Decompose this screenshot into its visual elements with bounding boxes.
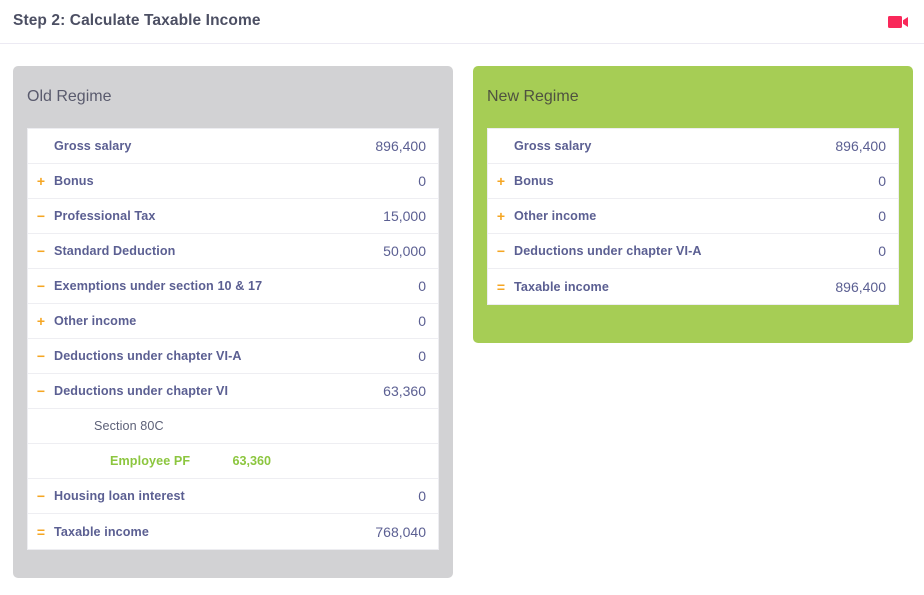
table-row: − Exemptions under section 10 & 17 0 xyxy=(28,269,438,304)
table-row: − Housing loan interest 0 xyxy=(28,479,438,514)
row-label: Deductions under chapter VI-A xyxy=(514,244,702,258)
table-row: Gross salary 896,400 xyxy=(28,129,438,164)
row-value: 0 xyxy=(418,173,426,189)
row-sign-icon: − xyxy=(36,348,46,364)
row-sign-icon: = xyxy=(496,278,506,295)
row-label: Gross salary xyxy=(514,139,592,153)
new-regime-title: New Regime xyxy=(487,88,579,105)
old-regime-title: Old Regime xyxy=(27,88,112,105)
table-row: Section 80C xyxy=(28,409,438,444)
row-label: Employee PF xyxy=(110,454,191,468)
row-label: Deductions under chapter VI-A xyxy=(54,349,242,363)
row-sign-icon: − xyxy=(36,243,46,259)
top-bar: Step 2: Calculate Taxable Income xyxy=(0,0,924,44)
row-label: Bonus xyxy=(54,174,94,188)
row-sign-icon: + xyxy=(496,208,506,224)
row-value: 15,000 xyxy=(383,208,426,224)
old-regime-table: Gross salary 896,400 + Bonus 0− Professional … xyxy=(27,128,439,550)
row-value: 50,000 xyxy=(383,243,426,259)
row-value: 0 xyxy=(418,278,426,294)
row-value: 0 xyxy=(878,243,886,259)
table-row: = Taxable income 896,400 xyxy=(488,269,898,304)
row-value: 0 xyxy=(878,173,886,189)
row-value: 896,400 xyxy=(835,138,886,154)
row-label: Other income xyxy=(514,209,597,223)
row-sign-icon: − xyxy=(36,278,46,294)
table-row: + Bonus 0 xyxy=(28,164,438,199)
row-label: Professional Tax xyxy=(54,209,156,223)
new-regime-card: New Regime Gross salary 896,400 + Bonus 0 + Ot… xyxy=(473,66,913,343)
row-sign-icon: − xyxy=(36,383,46,399)
row-label: Section 80C xyxy=(94,419,164,433)
table-row: − Deductions under chapter VI-A 0 xyxy=(28,339,438,374)
row-label: Bonus xyxy=(514,174,554,188)
table-row: − Professional Tax 15,000 xyxy=(28,199,438,234)
table-row: − Standard Deduction 50,000 xyxy=(28,234,438,269)
new-regime-table: Gross salary 896,400 + Bonus 0 + Other income 0… xyxy=(487,128,899,305)
row-value: 896,400 xyxy=(375,138,426,154)
row-label: Gross salary xyxy=(54,139,132,153)
row-sign-icon: − xyxy=(496,243,506,259)
row-sign-icon: − xyxy=(36,488,46,504)
table-row: Employee PF 63,360 xyxy=(28,444,438,479)
page-title: Step 2: Calculate Taxable Income xyxy=(13,12,261,29)
table-row: − Deductions under chapter VI-A 0 xyxy=(488,234,898,269)
table-row: + Other income 0 xyxy=(28,304,438,339)
row-label: Taxable income xyxy=(514,279,609,294)
row-value: 0 xyxy=(878,208,886,224)
row-label: Deductions under chapter VI xyxy=(54,384,229,398)
row-value: 768,040 xyxy=(375,523,426,540)
row-value: 896,400 xyxy=(835,278,886,295)
table-row: Gross salary 896,400 xyxy=(488,129,898,164)
table-row: − Deductions under chapter VI 63,360 xyxy=(28,374,438,409)
table-row: + Bonus 0 xyxy=(488,164,898,199)
row-label: Housing loan interest xyxy=(54,489,185,503)
table-row: + Other income 0 xyxy=(488,199,898,234)
row-label: Taxable income xyxy=(54,524,149,539)
row-label: Standard Deduction xyxy=(54,244,176,258)
row-sign-icon: + xyxy=(496,173,506,189)
row-value: 0 xyxy=(418,488,426,504)
row-label: Exemptions under section 10 & 17 xyxy=(54,279,263,293)
row-sign-icon: + xyxy=(36,313,46,329)
row-sign-icon: − xyxy=(36,208,46,224)
row-sign-icon: = xyxy=(36,523,46,540)
row-value: 0 xyxy=(418,313,426,329)
row-value: 63,360 xyxy=(232,454,271,468)
video-camera-icon[interactable] xyxy=(886,13,912,31)
row-value: 0 xyxy=(418,348,426,364)
row-value: 63,360 xyxy=(383,383,426,399)
row-sign-icon: + xyxy=(36,173,46,189)
row-label: Other income xyxy=(54,314,137,328)
table-row: = Taxable income 768,040 xyxy=(28,514,438,549)
old-regime-card: Old Regime Gross salary 896,400 + Bonus 0− Pr… xyxy=(13,66,453,578)
